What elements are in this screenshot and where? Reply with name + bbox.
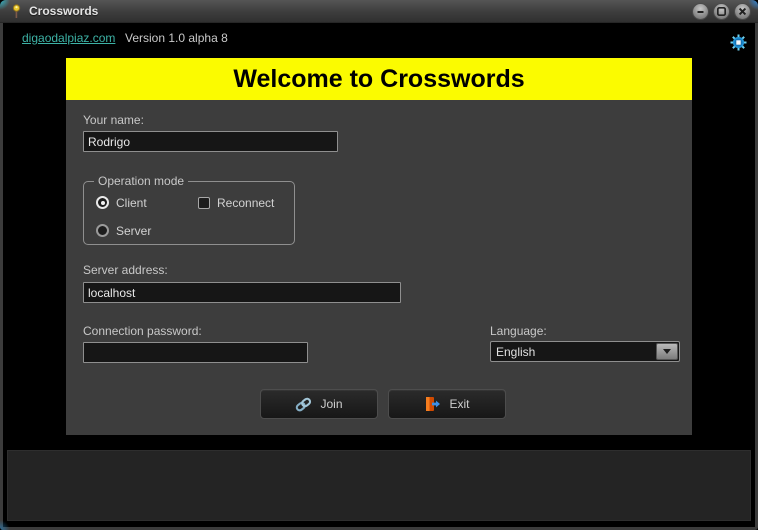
titlebar: Crosswords — [0, 0, 758, 23]
app-window: Crosswords digaodalpiaz.com Version 1.0 … — [0, 0, 758, 530]
welcome-banner: Welcome to Crosswords — [66, 58, 692, 100]
exit-button-label: Exit — [449, 397, 470, 411]
maximize-button[interactable] — [713, 2, 730, 20]
lower-panel — [7, 450, 751, 521]
pushpin-app-icon — [12, 3, 21, 18]
door-exit-icon — [426, 397, 441, 411]
chain-link-icon — [296, 397, 312, 411]
form-panel: Your name: Operation mode Client Reconne… — [66, 100, 692, 435]
radio-client[interactable] — [96, 196, 109, 209]
radio-server[interactable] — [96, 224, 109, 237]
name-input[interactable] — [83, 131, 338, 152]
join-button-label: Join — [320, 397, 343, 411]
minimize-icon — [697, 10, 704, 13]
window-controls — [692, 2, 751, 20]
minimize-button[interactable] — [692, 2, 709, 20]
gear-icon[interactable] — [730, 34, 747, 51]
maximize-icon — [716, 6, 727, 16]
server-address-label: Server address: — [83, 263, 168, 277]
operation-mode-legend: Operation mode — [94, 174, 189, 188]
chevron-down-icon — [663, 349, 671, 354]
close-button[interactable] — [734, 2, 751, 20]
operation-mode-groupbox: Operation mode Client Reconnect Server — [83, 174, 295, 245]
banner-title: Welcome to Crosswords — [233, 64, 525, 93]
checkbox-reconnect[interactable] — [198, 197, 210, 209]
radio-server-label[interactable]: Server — [116, 224, 151, 238]
dropdown-arrow-button[interactable] — [656, 343, 678, 360]
language-label: Language: — [490, 324, 547, 338]
radio-client-label[interactable]: Client — [116, 196, 147, 210]
connection-password-input[interactable] — [83, 342, 308, 363]
exit-button[interactable]: Exit — [388, 389, 506, 419]
website-link[interactable]: digaodalpiaz.com — [22, 31, 115, 45]
language-selected-value: English — [496, 344, 536, 359]
language-dropdown[interactable]: English — [490, 341, 680, 362]
join-button[interactable]: Join — [260, 389, 378, 419]
server-address-input[interactable] — [83, 282, 401, 303]
version-label: Version 1.0 alpha 8 — [125, 31, 228, 45]
checkbox-reconnect-label[interactable]: Reconnect — [217, 196, 274, 210]
close-icon — [738, 7, 747, 15]
window-title: Crosswords — [29, 4, 99, 18]
name-label: Your name: — [83, 113, 144, 127]
client-area: digaodalpiaz.com Version 1.0 alpha 8 Wel… — [3, 23, 755, 527]
connection-password-label: Connection password: — [83, 324, 202, 338]
